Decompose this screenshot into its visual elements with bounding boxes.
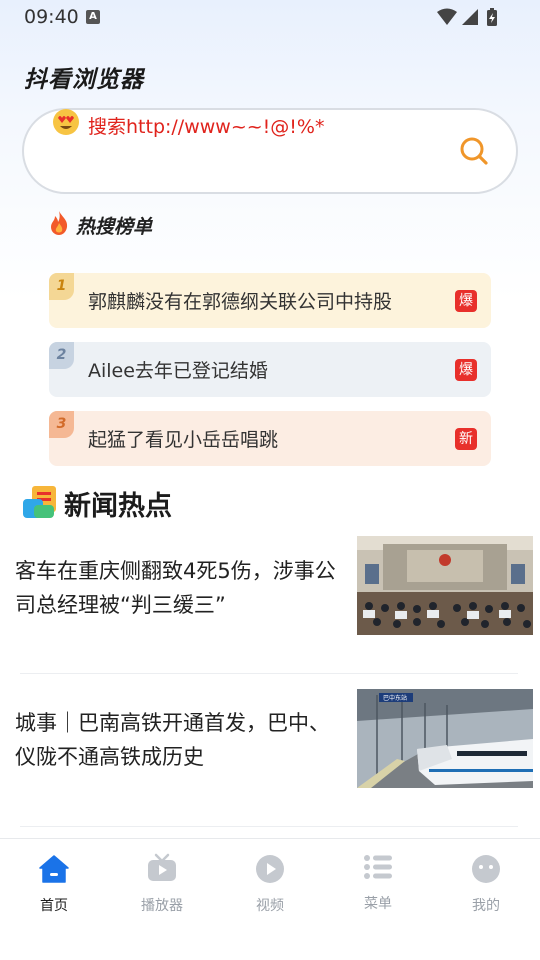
nav-item-profile[interactable]: 我的 bbox=[432, 839, 540, 939]
battery-icon bbox=[487, 8, 497, 26]
news-thumbnail-train: 巴中东站 bbox=[357, 689, 533, 788]
news-thumbnail-courtroom bbox=[357, 536, 533, 635]
bottom-nav: 首页 播放器 视频 菜单 我的 bbox=[0, 838, 540, 960]
news-section-title: 新闻热点 bbox=[64, 491, 172, 522]
search-icon[interactable] bbox=[458, 135, 490, 167]
status-icons bbox=[437, 8, 497, 26]
hot-tag-badge: 爆 bbox=[455, 290, 477, 312]
nav-item-home[interactable]: 首页 bbox=[0, 839, 108, 939]
wifi-icon bbox=[437, 8, 457, 25]
news-headline: 客车在重庆侧翻致4死5伤，涉事公司总经理被“判三缓三” bbox=[15, 559, 336, 617]
news-headline: 城事｜巴南高铁开通首发，巴中、仪陇不通高铁成历史 bbox=[15, 711, 330, 769]
play-icon bbox=[256, 855, 284, 883]
tv-icon bbox=[148, 853, 176, 881]
rank-badge: 2 bbox=[49, 342, 74, 369]
hot-item-text: 起猛了看见小岳岳唱跳 bbox=[88, 429, 279, 451]
nav-item-menu[interactable]: 菜单 bbox=[324, 839, 432, 939]
signal-icon bbox=[462, 9, 478, 25]
hot-tag-badge: 爆 bbox=[455, 359, 477, 381]
nav-item-player[interactable]: 播放器 bbox=[108, 839, 216, 939]
hot-item[interactable]: 1 郭麒麟没有在郭德纲关联公司中持股 爆 bbox=[49, 273, 491, 328]
menu-list-icon bbox=[364, 855, 392, 879]
news-item[interactable]: 客车在重庆侧翻致4死5伤，涉事公司总经理被“判三缓三” bbox=[0, 536, 540, 676]
news-item[interactable]: 城事｜巴南高铁开通首发，巴中、仪陇不通高铁成历史 巴中东站 bbox=[0, 689, 540, 829]
search-input[interactable]: 搜索http://www~~!@!%* bbox=[22, 108, 518, 194]
station-sign: 巴中东站 bbox=[383, 694, 407, 702]
nav-label-profile: 我的 bbox=[472, 898, 500, 914]
hot-tag-badge: 新 bbox=[455, 428, 477, 450]
status-time: 09:40 bbox=[24, 6, 79, 28]
nav-label-player: 播放器 bbox=[141, 898, 183, 914]
status-bar: 09:40 A bbox=[0, 0, 540, 34]
hot-item-text: Ailee去年已登记结婚 bbox=[88, 360, 268, 382]
hot-item[interactable]: 3 起猛了看见小岳岳唱跳 新 bbox=[49, 411, 491, 466]
news-icon bbox=[23, 486, 56, 518]
app-title: 抖看浏览器 bbox=[24, 67, 144, 93]
heart-eyes-emoji-icon bbox=[53, 109, 79, 135]
divider bbox=[20, 826, 518, 827]
rank-badge: 3 bbox=[49, 411, 74, 438]
nav-item-video[interactable]: 视频 bbox=[216, 839, 324, 939]
rank-badge: 1 bbox=[49, 273, 74, 300]
search-placeholder: 搜索http://www~~!@!%* bbox=[88, 116, 325, 138]
hot-item[interactable]: 2 Ailee去年已登记结婚 爆 bbox=[49, 342, 491, 397]
profile-icon bbox=[472, 855, 500, 883]
nav-label-home: 首页 bbox=[40, 898, 68, 914]
status-notification-icon: A bbox=[86, 10, 100, 24]
home-icon bbox=[39, 855, 69, 883]
hot-item-text: 郭麒麟没有在郭德纲关联公司中持股 bbox=[88, 291, 393, 313]
flame-icon bbox=[51, 211, 68, 235]
nav-label-menu: 菜单 bbox=[364, 896, 392, 912]
hot-list-title: 热搜榜单 bbox=[76, 216, 153, 238]
divider bbox=[20, 673, 518, 674]
nav-label-video: 视频 bbox=[256, 898, 284, 914]
